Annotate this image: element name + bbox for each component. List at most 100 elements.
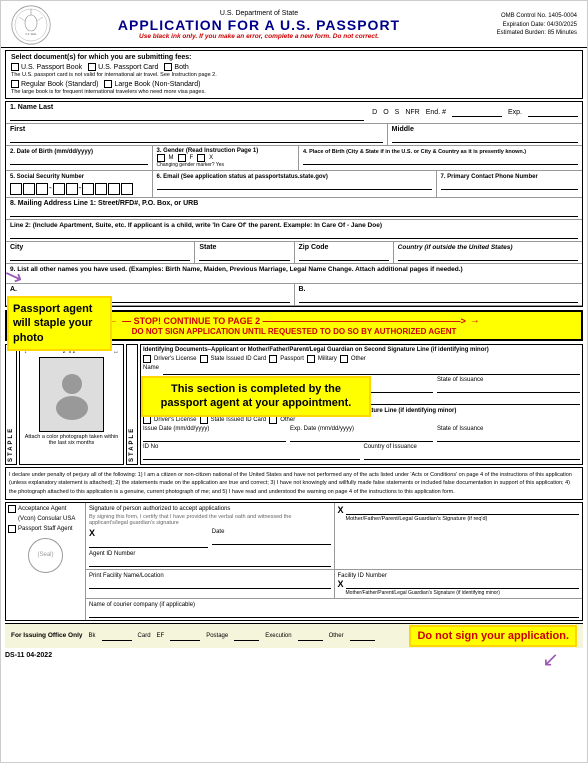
ssn-box-9[interactable] [121,183,133,195]
city-input[interactable] [10,253,190,261]
passport-checkbox1[interactable] [269,355,277,363]
exp-input[interactable] [528,109,578,117]
zip-input[interactable] [299,253,389,261]
dob-input[interactable] [10,157,148,165]
email-label: 6. Email (See application status at pass… [157,174,328,180]
both-checkbox[interactable] [164,63,172,71]
passport-card-option[interactable]: U.S. Passport Card [88,63,158,71]
large-book-note: The large book is for frequent internati… [11,89,577,95]
state-input[interactable] [199,253,289,261]
pob-input[interactable] [303,157,578,165]
first-label: First [10,126,25,133]
pob-cell: 4. Place of Birth (City & State if in th… [299,146,582,170]
other-input[interactable] [350,633,375,641]
for-issuing-label: For Issuing Office Only [11,632,83,639]
phone-input[interactable] [441,182,579,190]
state-id-label2: State Issued ID Card [211,417,267,423]
both-option[interactable]: Both [164,63,188,71]
mother-sig-cell: X Mother/Father/Parent/Legal Guardian's … [335,503,583,569]
minor-sig-row: X Mother/Father/Parent/Legal Guardian's … [338,579,580,596]
country-issuance-input[interactable] [364,452,581,460]
passport-staff-label: Passport Staff Agent [18,526,73,532]
regular-book-option[interactable]: Regular Book (Standard) [11,80,98,88]
agent-id-cell: Agent ID Number [89,550,331,567]
agent-name-label: Name [143,365,159,375]
state-input1[interactable] [437,385,580,393]
courier-input[interactable] [89,610,579,618]
ssn-box-5[interactable] [66,183,78,195]
ssn-email-phone-row: 5. Social Security Number - - 6. Email (… [6,171,582,198]
doc-type-row1: Driver's License State Issued ID Card Pa… [143,355,580,363]
end-input[interactable] [452,109,502,117]
large-book-option[interactable]: Large Book (Non-Standard) [104,80,200,88]
gender-m-checkbox[interactable] [157,154,165,162]
ssn-box-7[interactable] [95,183,107,195]
execution-input[interactable] [298,633,323,641]
gender-f-checkbox[interactable] [178,154,186,162]
zip-cell: Zip Code [295,242,394,263]
mailing2-input[interactable] [10,231,578,239]
name-input[interactable] [10,113,364,121]
acceptance-agent-label: Acceptance Agent [18,506,66,512]
other-checkbox2[interactable] [269,416,277,424]
large-book-checkbox[interactable] [104,80,112,88]
ssn-boxes: - - [10,183,148,195]
state-id-checkbox1[interactable] [200,355,208,363]
passport-card-checkbox[interactable] [88,63,96,71]
sig-input[interactable] [89,540,208,548]
mother-sig-input[interactable] [346,507,579,515]
expiration-date: Expiration Date: 04/30/2025 [467,21,577,29]
date-input[interactable] [212,537,331,545]
drivers-license-checkbox2[interactable] [143,416,151,424]
fees-label: Select document(s) for which you are sub… [11,54,577,61]
state-id-checkbox2[interactable] [200,416,208,424]
mailing1-row: 8. Mailing Address Line 1: Street/RFD#, … [6,198,582,220]
issue-date-input2[interactable] [143,434,286,442]
agent-id-input[interactable] [89,559,331,567]
military-checkbox1[interactable] [307,355,315,363]
ef-input[interactable] [170,633,200,641]
gender-x-checkbox[interactable] [197,154,205,162]
photo-arrow-right-size: ↔ [113,349,119,355]
postage-input[interactable] [234,633,259,641]
ssn-box-6[interactable] [82,183,94,195]
ssn-box-8[interactable] [108,183,120,195]
id-no-cell2: ID No [143,444,360,460]
acceptance-agent-checkbox[interactable] [8,505,16,513]
mailing1-input[interactable] [10,209,578,217]
regular-book-label: Regular Book (Standard) [21,81,98,88]
ssn-box-4[interactable] [53,183,65,195]
drivers-license-checkbox1[interactable] [143,355,151,363]
estimated-burden: Estimated Burden: 85 Minutes [467,29,577,37]
dob-cell: 2. Date of Birth (mm/dd/yyyy) [6,146,153,170]
regular-book-checkbox[interactable] [11,80,19,88]
footer-fields: For Issuing Office Only Bk Card EF Posta… [11,631,375,641]
id-country-row: ID No Country of Issuance [143,444,580,460]
agent-id-label: Agent ID Number [89,551,135,557]
passport-book-option[interactable]: U.S. Passport Book [11,63,82,71]
country-input[interactable] [398,253,578,261]
other-checkbox1[interactable] [340,355,348,363]
passport-book-checkbox[interactable] [11,63,19,71]
bk-label: Bk [89,633,96,639]
other-names-b-input[interactable] [299,295,579,303]
seal-label: (Seal) [37,552,53,558]
facility-input[interactable] [89,581,331,589]
bk-input[interactable] [102,633,132,641]
ssn-box-3[interactable] [36,183,48,195]
other-names-b-cell: B. [295,284,583,305]
email-input[interactable] [157,182,432,190]
passport-staff-checkbox[interactable] [8,525,16,533]
exp-date-input2[interactable] [290,434,433,442]
d-label: D [372,109,377,116]
first-name-input[interactable] [10,135,383,143]
form-title: APPLICATION FOR A U.S. PASSPORT [59,17,459,33]
ssn-box-1[interactable] [10,183,22,195]
agent-name-input[interactable] [163,367,580,375]
ssn-box-2[interactable] [23,183,35,195]
state-input2[interactable] [437,434,580,442]
dept-name: U.S. Department of State [59,10,459,17]
middle-name-input[interactable] [392,135,578,143]
id-no-input2[interactable] [143,452,360,460]
minor-sig-input[interactable] [346,581,579,589]
